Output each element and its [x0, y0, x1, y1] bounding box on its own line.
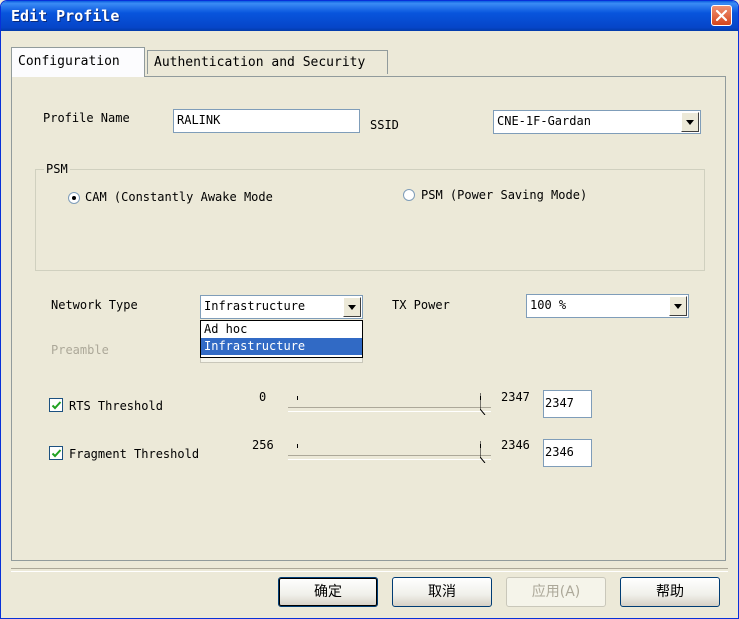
fragment-threshold-slider[interactable]	[288, 441, 491, 471]
psm-radio[interactable]	[403, 189, 415, 201]
fragment-threshold-checkbox[interactable]	[49, 446, 63, 460]
apply-button: 应用(A)	[506, 577, 606, 607]
network-type-combobox[interactable]: Infrastructure	[200, 295, 363, 319]
checkmark-icon	[51, 449, 62, 458]
rts-max-label: 2347	[501, 390, 530, 404]
ok-button[interactable]: 确定	[278, 577, 378, 607]
help-button[interactable]: 帮助	[620, 577, 720, 607]
window-title: Edit Profile	[11, 7, 120, 25]
ssid-label: SSID	[370, 118, 399, 132]
chevron-down-icon[interactable]	[669, 296, 687, 316]
network-type-label: Network Type	[51, 298, 138, 312]
fragment-max-label: 2346	[501, 438, 530, 452]
tab-configuration[interactable]: Configuration	[11, 47, 145, 77]
cancel-button[interactable]: 取消	[392, 577, 492, 607]
checkmark-icon	[51, 401, 62, 410]
slider-track	[288, 455, 491, 460]
close-icon	[715, 9, 728, 22]
close-button[interactable]	[711, 5, 732, 26]
slider-thumb[interactable]	[480, 393, 491, 415]
ssid-combobox[interactable]: CNE-1F-Gardan	[493, 110, 701, 134]
rts-threshold-checkbox[interactable]	[49, 398, 63, 412]
dropdown-option-infrastructure[interactable]: Infrastructure	[201, 338, 362, 355]
chevron-down-icon[interactable]	[343, 297, 361, 317]
chevron-down-icon[interactable]	[681, 112, 699, 132]
network-type-dropdown-list: Ad hoc Infrastructure	[200, 320, 363, 358]
tx-power-combobox[interactable]: 100 %	[526, 294, 689, 318]
tab-authentication-security[interactable]: Authentication and Security	[147, 50, 388, 74]
slider-thumb[interactable]	[480, 441, 491, 463]
configuration-panel	[11, 76, 726, 561]
fragment-threshold-input[interactable]: 2346	[543, 439, 592, 467]
title-bar: Edit Profile	[1, 1, 738, 31]
psm-radio-label[interactable]: PSM (Power Saving Mode)	[421, 188, 587, 202]
profile-name-label: Profile Name	[43, 111, 130, 125]
psm-group-label: PSM	[44, 162, 70, 176]
fragment-threshold-label[interactable]: Fragment Threshold	[69, 447, 199, 461]
tx-power-label: TX Power	[392, 298, 450, 312]
tx-power-value: 100 %	[530, 298, 567, 312]
network-type-value: Infrastructure	[204, 299, 306, 313]
slider-track	[288, 407, 491, 412]
slider-tick	[297, 444, 298, 448]
rts-min-label: 0	[259, 390, 267, 404]
dropdown-option-ad-hoc[interactable]: Ad hoc	[201, 321, 362, 338]
cam-radio-label[interactable]: CAM (Constantly Awake Mode	[85, 190, 273, 204]
cam-radio[interactable]	[68, 192, 80, 204]
psm-group: PSM	[35, 162, 705, 271]
fragment-min-label: 256	[252, 438, 274, 452]
ssid-value: CNE-1F-Gardan	[497, 114, 591, 128]
edit-profile-window: Edit Profile Configuration Authenticatio…	[0, 0, 739, 619]
rts-threshold-label[interactable]: RTS Threshold	[69, 399, 163, 413]
preamble-label: Preamble	[51, 343, 109, 357]
button-separator	[11, 568, 728, 572]
profile-name-input[interactable]: RALINK	[173, 109, 360, 133]
rts-threshold-slider[interactable]	[288, 393, 491, 423]
slider-tick	[297, 396, 298, 400]
rts-threshold-input[interactable]: 2347	[543, 390, 592, 418]
